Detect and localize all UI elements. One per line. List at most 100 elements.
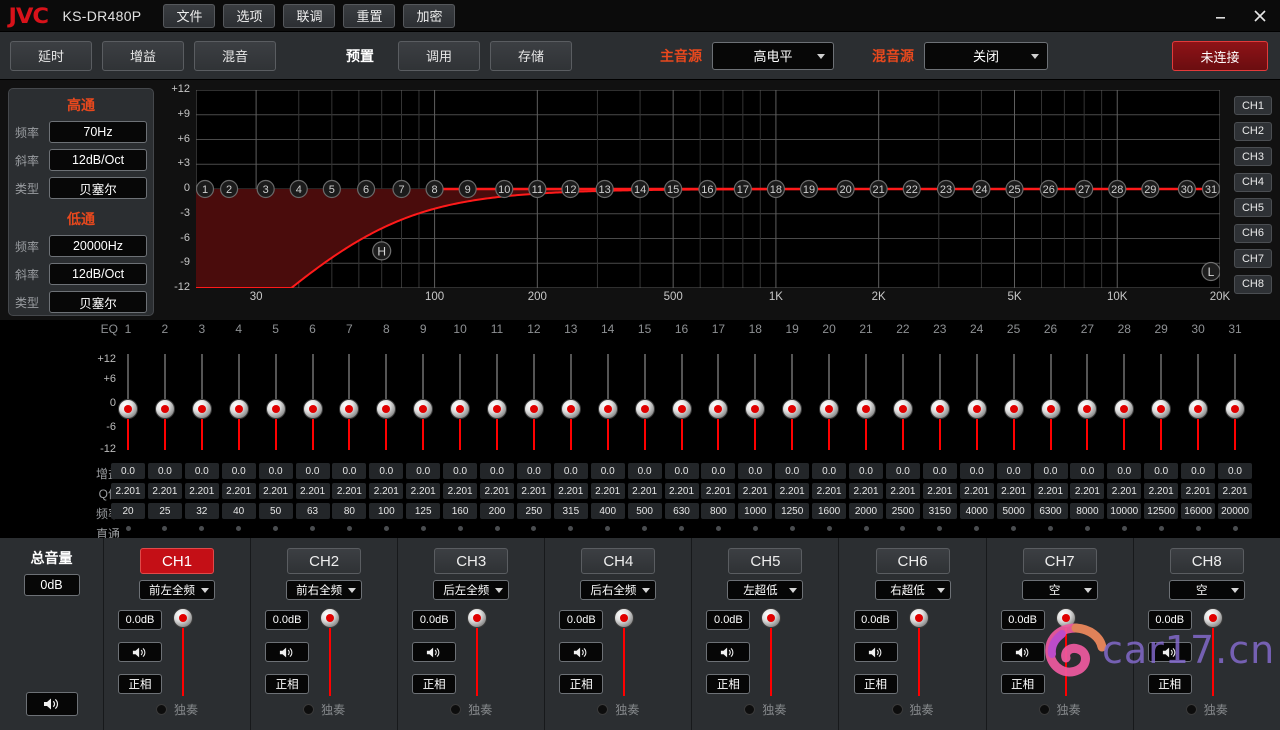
eq-freq-cell-25[interactable]: 5000: [996, 503, 1031, 519]
eq-band-node-10[interactable]: 10: [495, 179, 514, 199]
channel-route-select-ch8[interactable]: 空: [1168, 580, 1245, 600]
eq-band-node-20[interactable]: 20: [836, 179, 855, 199]
eq-band-node-12[interactable]: 12: [561, 179, 580, 199]
eq-band-slider-22[interactable]: [891, 354, 915, 450]
channel-mute-button-ch2[interactable]: [265, 642, 310, 662]
channel-gain-value-ch1[interactable]: 0.0dB: [118, 610, 162, 630]
channel-name-button-ch7[interactable]: CH7: [1022, 548, 1097, 574]
eq-gain-cell-16[interactable]: 0.0: [664, 463, 699, 479]
eq-gain-cell-7[interactable]: 0.0: [332, 463, 367, 479]
eq-bypass-dot-12[interactable]: [531, 526, 537, 531]
eq-band-node-19[interactable]: 19: [799, 179, 819, 199]
channel-gain-value-ch6[interactable]: 0.0dB: [853, 610, 898, 630]
eq-gain-cell-9[interactable]: 0.0: [406, 463, 441, 479]
channel-route-select-ch1[interactable]: 前左全频: [139, 580, 216, 600]
eq-band-node-2[interactable]: 2: [219, 179, 239, 199]
eq-bypass-dot-7[interactable]: [346, 526, 352, 531]
eq-q-cell-1[interactable]: 2.201: [111, 483, 145, 499]
eq-slider-knob[interactable]: [892, 399, 913, 419]
eq-slider-knob[interactable]: [413, 399, 434, 419]
eq-slider-knob[interactable]: [1003, 399, 1024, 419]
eq-slider-knob[interactable]: [1114, 399, 1135, 419]
eq-band-slider-1[interactable]: [116, 354, 140, 450]
eq-freq-cell-18[interactable]: 1000: [738, 503, 773, 519]
eq-bypass-dot-13[interactable]: [568, 526, 574, 531]
eq-bypass-dot-11[interactable]: [494, 526, 500, 531]
eq-freq-cell-15[interactable]: 500: [627, 503, 662, 519]
eq-q-cell-4[interactable]: 2.201: [221, 483, 256, 499]
channel-fader-ch1[interactable]: [172, 608, 194, 696]
eq-freq-cell-1[interactable]: 20: [111, 503, 145, 519]
eq-freq-cell-7[interactable]: 80: [332, 503, 367, 519]
eq-bypass-dot-14[interactable]: [605, 526, 611, 531]
eq-band-node-29[interactable]: 29: [1141, 179, 1160, 199]
channel-solo-led-ch3[interactable]: [450, 704, 462, 715]
eq-gain-cell-8[interactable]: 0.0: [369, 463, 404, 479]
channel-solo-led-ch2[interactable]: [303, 704, 315, 715]
eq-band-slider-29[interactable]: [1149, 354, 1173, 450]
eq-q-cell-3[interactable]: 2.201: [184, 483, 219, 499]
channel-gain-value-ch2[interactable]: 0.0dB: [265, 610, 310, 630]
channel-gain-value-ch4[interactable]: 0.0dB: [559, 610, 604, 630]
eq-band-slider-3[interactable]: [190, 354, 214, 450]
eq-slider-knob[interactable]: [560, 399, 581, 419]
eq-freq-cell-6[interactable]: 63: [295, 503, 330, 519]
eq-q-cell-22[interactable]: 2.201: [885, 483, 920, 499]
eq-slider-knob[interactable]: [966, 399, 987, 419]
channel-name-button-ch1[interactable]: CH1: [140, 548, 215, 574]
eq-band-slider-27[interactable]: [1075, 354, 1099, 450]
eq-freq-cell-14[interactable]: 400: [590, 503, 625, 519]
eq-q-cell-25[interactable]: 2.201: [996, 483, 1031, 499]
eq-bypass-dot-21[interactable]: [863, 526, 869, 531]
channel-fader-knob[interactable]: [320, 608, 341, 628]
channel-phase-button-ch3[interactable]: 正相: [412, 674, 457, 694]
eq-q-cell-11[interactable]: 2.201: [480, 483, 514, 499]
channel-name-button-ch3[interactable]: CH3: [434, 548, 509, 574]
eq-band-node-11[interactable]: 11: [528, 179, 547, 199]
channel-route-select-ch2[interactable]: 前右全频: [286, 580, 363, 600]
highpass-slope-select[interactable]: 12dB/Oct: [49, 149, 147, 171]
eq-band-slider-5[interactable]: [264, 354, 288, 450]
eq-bypass-dot-24[interactable]: [974, 526, 980, 531]
eq-gain-cell-5[interactable]: 0.0: [258, 463, 293, 479]
eq-bypass-dot-6[interactable]: [310, 526, 315, 531]
eq-freq-cell-2[interactable]: 25: [147, 503, 182, 519]
channel-mute-button-ch6[interactable]: [853, 642, 898, 662]
eq-gain-cell-6[interactable]: 0.0: [295, 463, 330, 479]
eq-slider-knob[interactable]: [634, 399, 655, 419]
eq-slider-knob[interactable]: [1151, 399, 1172, 419]
graph-channel-tab-ch2[interactable]: CH2: [1234, 121, 1272, 141]
channel-fader-knob[interactable]: [1202, 608, 1223, 628]
eq-freq-cell-11[interactable]: 200: [480, 503, 514, 519]
channel-route-select-ch4[interactable]: 后右全频: [580, 580, 657, 600]
eq-freq-cell-16[interactable]: 630: [664, 503, 699, 519]
channel-mute-button-ch8[interactable]: [1147, 642, 1192, 662]
eq-gain-cell-14[interactable]: 0.0: [590, 463, 625, 479]
menu-item-0[interactable]: 文件: [163, 3, 216, 28]
eq-band-slider-14[interactable]: [596, 354, 620, 450]
channel-fader-knob[interactable]: [1055, 608, 1076, 628]
eq-slider-knob[interactable]: [154, 399, 175, 419]
channel-mute-button-ch1[interactable]: [118, 642, 162, 662]
channel-route-select-ch3[interactable]: 后左全频: [433, 580, 510, 600]
eq-slider-knob[interactable]: [819, 399, 840, 419]
eq-bypass-dot-2[interactable]: [162, 526, 168, 531]
channel-phase-button-ch7[interactable]: 正相: [1000, 674, 1045, 694]
channel-solo-led-ch4[interactable]: [597, 704, 609, 715]
close-button[interactable]: [1240, 0, 1280, 32]
eq-gain-cell-12[interactable]: 0.0: [516, 463, 551, 479]
channel-phase-button-ch2[interactable]: 正相: [265, 674, 310, 694]
eq-bypass-dot-22[interactable]: [900, 526, 906, 531]
eq-bypass-dot-16[interactable]: [679, 526, 684, 531]
mixer-button[interactable]: 混音: [194, 40, 276, 71]
eq-bypass-dot-1[interactable]: [125, 526, 131, 531]
eq-freq-cell-13[interactable]: 315: [553, 503, 588, 519]
highpass-freq-input[interactable]: 70Hz: [49, 121, 147, 143]
eq-slider-knob[interactable]: [671, 399, 692, 419]
eq-q-cell-28[interactable]: 2.201: [1107, 483, 1142, 499]
eq-band-node-15[interactable]: 15: [664, 179, 683, 199]
eq-gain-cell-28[interactable]: 0.0: [1107, 463, 1142, 479]
eq-q-cell-13[interactable]: 2.201: [553, 483, 588, 499]
eq-freq-cell-29[interactable]: 12500: [1144, 503, 1179, 519]
eq-gain-cell-30[interactable]: 0.0: [1181, 463, 1216, 479]
